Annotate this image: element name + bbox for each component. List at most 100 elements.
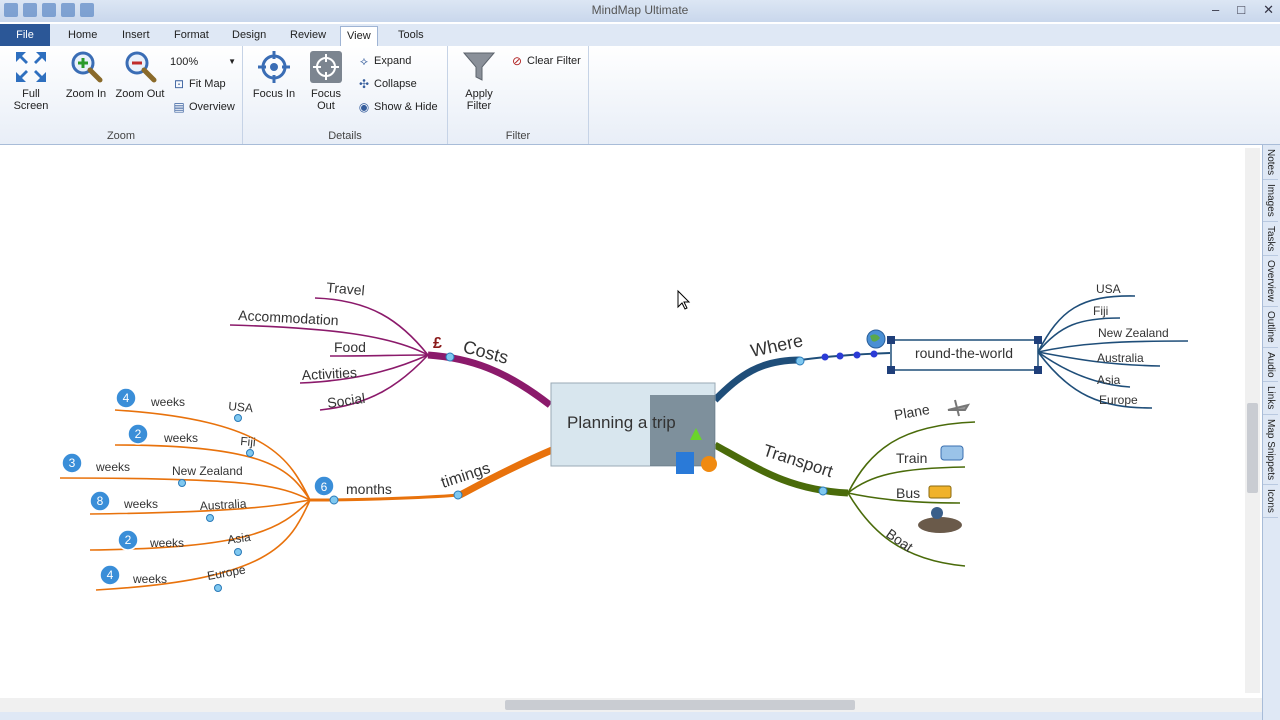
- where-item-europe[interactable]: Europe: [1099, 393, 1138, 407]
- where-item-new-zealand[interactable]: New Zealand: [1098, 326, 1169, 340]
- costs-item-travel[interactable]: Travel: [326, 279, 366, 298]
- collapse-label: Collapse: [374, 78, 417, 90]
- timing-place-label[interactable]: USA: [228, 399, 254, 415]
- focus-out-label: Focus Out: [311, 88, 341, 112]
- timing-place-label[interactable]: Asia: [226, 530, 251, 547]
- ribbon-tab-bar: File Home Insert Format Design Review Vi…: [0, 24, 1280, 47]
- status-bar: [0, 712, 1262, 720]
- costs-item-activities[interactable]: Activities: [301, 364, 357, 383]
- transport-item-boat[interactable]: Boat: [883, 525, 916, 555]
- timings-label[interactable]: timings: [439, 460, 492, 492]
- zoom-in-button[interactable]: Zoom In: [62, 50, 110, 100]
- zoom-level-dropdown[interactable]: 100% ▼: [170, 54, 236, 70]
- connector-handle[interactable]: [206, 514, 214, 522]
- weeks-label[interactable]: weeks: [149, 536, 184, 550]
- horizontal-scrollbar[interactable]: [0, 698, 1262, 712]
- week-count-badge: 4: [123, 391, 130, 405]
- filter-group-label: Filter: [505, 130, 531, 142]
- overview-label: Overview: [189, 101, 235, 113]
- full-screen-button[interactable]: Full Screen: [8, 50, 54, 112]
- horizontal-scroll-thumb[interactable]: [505, 700, 855, 710]
- show-hide-button[interactable]: ◉ Show & Hide: [357, 99, 438, 115]
- where-item-usa[interactable]: USA: [1096, 282, 1121, 296]
- weeks-label[interactable]: weeks: [150, 395, 185, 409]
- tab-insert[interactable]: Insert: [116, 26, 156, 44]
- where-item-australia[interactable]: Australia: [1097, 351, 1144, 365]
- pane-tab-tasks[interactable]: Tasks: [1263, 222, 1278, 257]
- timing-place-label[interactable]: Australia: [199, 497, 247, 513]
- pane-tab-audio[interactable]: Audio: [1263, 348, 1278, 383]
- collapse-icon: ✣: [358, 77, 370, 91]
- round-the-world-node[interactable]: round-the-world: [887, 336, 1042, 374]
- fit-map-button[interactable]: ⊡ Fit Map: [172, 76, 226, 92]
- apply-filter-button[interactable]: Apply Filter: [456, 50, 502, 112]
- focus-out-icon: [310, 51, 342, 83]
- tab-view[interactable]: View: [340, 26, 378, 47]
- week-count-badge: 2: [135, 427, 142, 441]
- zoom-out-icon: [125, 51, 157, 83]
- overview-button[interactable]: ▤ Overview: [172, 99, 235, 115]
- maximize-button[interactable]: □: [1237, 2, 1245, 18]
- focus-in-button[interactable]: Focus In: [249, 50, 299, 100]
- transport-item-plane[interactable]: Plane: [893, 401, 931, 423]
- mindmap-canvas[interactable]: £ Costs Travel Accommodation Food Activi…: [0, 145, 1262, 698]
- vertical-scrollbar[interactable]: [1245, 148, 1260, 693]
- tab-tools[interactable]: Tools: [392, 26, 430, 44]
- tab-design[interactable]: Design: [226, 26, 272, 44]
- expand-label: Expand: [374, 55, 412, 67]
- months-label[interactable]: months: [346, 481, 392, 497]
- weeks-label[interactable]: weeks: [123, 497, 158, 511]
- transport-item-train[interactable]: Train: [896, 450, 927, 466]
- pound-icon: £: [433, 335, 442, 352]
- funnel-icon: [462, 52, 496, 81]
- train-icon: [940, 445, 964, 461]
- week-count-badge: 3: [69, 456, 76, 470]
- collapse-button[interactable]: ✣ Collapse: [357, 76, 417, 92]
- connector-handle[interactable]: [214, 584, 222, 592]
- connector-handle[interactable]: [234, 414, 242, 422]
- where-label[interactable]: Where: [749, 330, 805, 361]
- pane-tab-images[interactable]: Images: [1263, 180, 1278, 222]
- ribbon: Full Screen Zoom In Zoom Out 100% ▼ ⊡ Fi…: [0, 46, 1280, 145]
- close-button[interactable]: ✕: [1263, 2, 1274, 18]
- where-item-asia[interactable]: Asia: [1097, 373, 1121, 387]
- where-item-fiji[interactable]: Fiji: [1093, 304, 1108, 318]
- tab-format[interactable]: Format: [168, 26, 215, 44]
- costs-item-food[interactable]: Food: [334, 339, 366, 355]
- full-screen-label: Full Screen: [13, 88, 49, 112]
- window-title: MindMap Ultimate: [591, 3, 689, 17]
- timing-place-label[interactable]: Europe: [206, 562, 247, 583]
- pane-tab-notes[interactable]: Notes: [1263, 145, 1278, 181]
- connector-handle[interactable]: [234, 548, 242, 556]
- central-topic[interactable]: Planning a trip: [550, 382, 717, 474]
- expand-button[interactable]: ⟡ Expand: [357, 53, 411, 69]
- tab-review[interactable]: Review: [284, 26, 332, 44]
- connector-handle[interactable]: [178, 479, 186, 487]
- weeks-label[interactable]: weeks: [132, 572, 167, 586]
- transport-item-bus[interactable]: Bus: [896, 485, 920, 501]
- week-count-badge: 4: [107, 568, 114, 582]
- tab-home[interactable]: Home: [62, 26, 103, 44]
- weeks-label[interactable]: weeks: [95, 460, 130, 474]
- pane-tab-icons[interactable]: Icons: [1263, 485, 1278, 518]
- side-pane-tabs: Notes Images Tasks Overview Outline Audi…: [1262, 145, 1280, 720]
- costs-item-social[interactable]: Social: [326, 390, 366, 411]
- full-screen-icon: [16, 52, 46, 82]
- minimize-button[interactable]: –: [1212, 2, 1219, 18]
- zoom-out-button[interactable]: Zoom Out: [114, 50, 166, 100]
- pane-tab-map-snippets[interactable]: Map Snippets: [1263, 415, 1278, 485]
- weeks-label[interactable]: weeks: [163, 431, 198, 445]
- clear-filter-label: Clear Filter: [527, 55, 581, 67]
- timing-place-label[interactable]: New Zealand: [172, 464, 243, 478]
- pane-tab-links[interactable]: Links: [1263, 382, 1278, 415]
- vertical-scroll-thumb[interactable]: [1247, 403, 1258, 493]
- connector-handle[interactable]: [246, 449, 254, 457]
- clear-filter-button[interactable]: ⊘ Clear Filter: [510, 53, 581, 69]
- pane-tab-outline[interactable]: Outline: [1263, 307, 1278, 348]
- months-count-badge: 6: [321, 480, 328, 494]
- focus-out-button[interactable]: Focus Out: [303, 50, 349, 112]
- pane-tab-overview[interactable]: Overview: [1263, 256, 1278, 308]
- tab-file[interactable]: File: [0, 24, 50, 46]
- chevron-down-icon: ▼: [228, 57, 236, 66]
- timing-place-label[interactable]: Fiji: [240, 434, 256, 449]
